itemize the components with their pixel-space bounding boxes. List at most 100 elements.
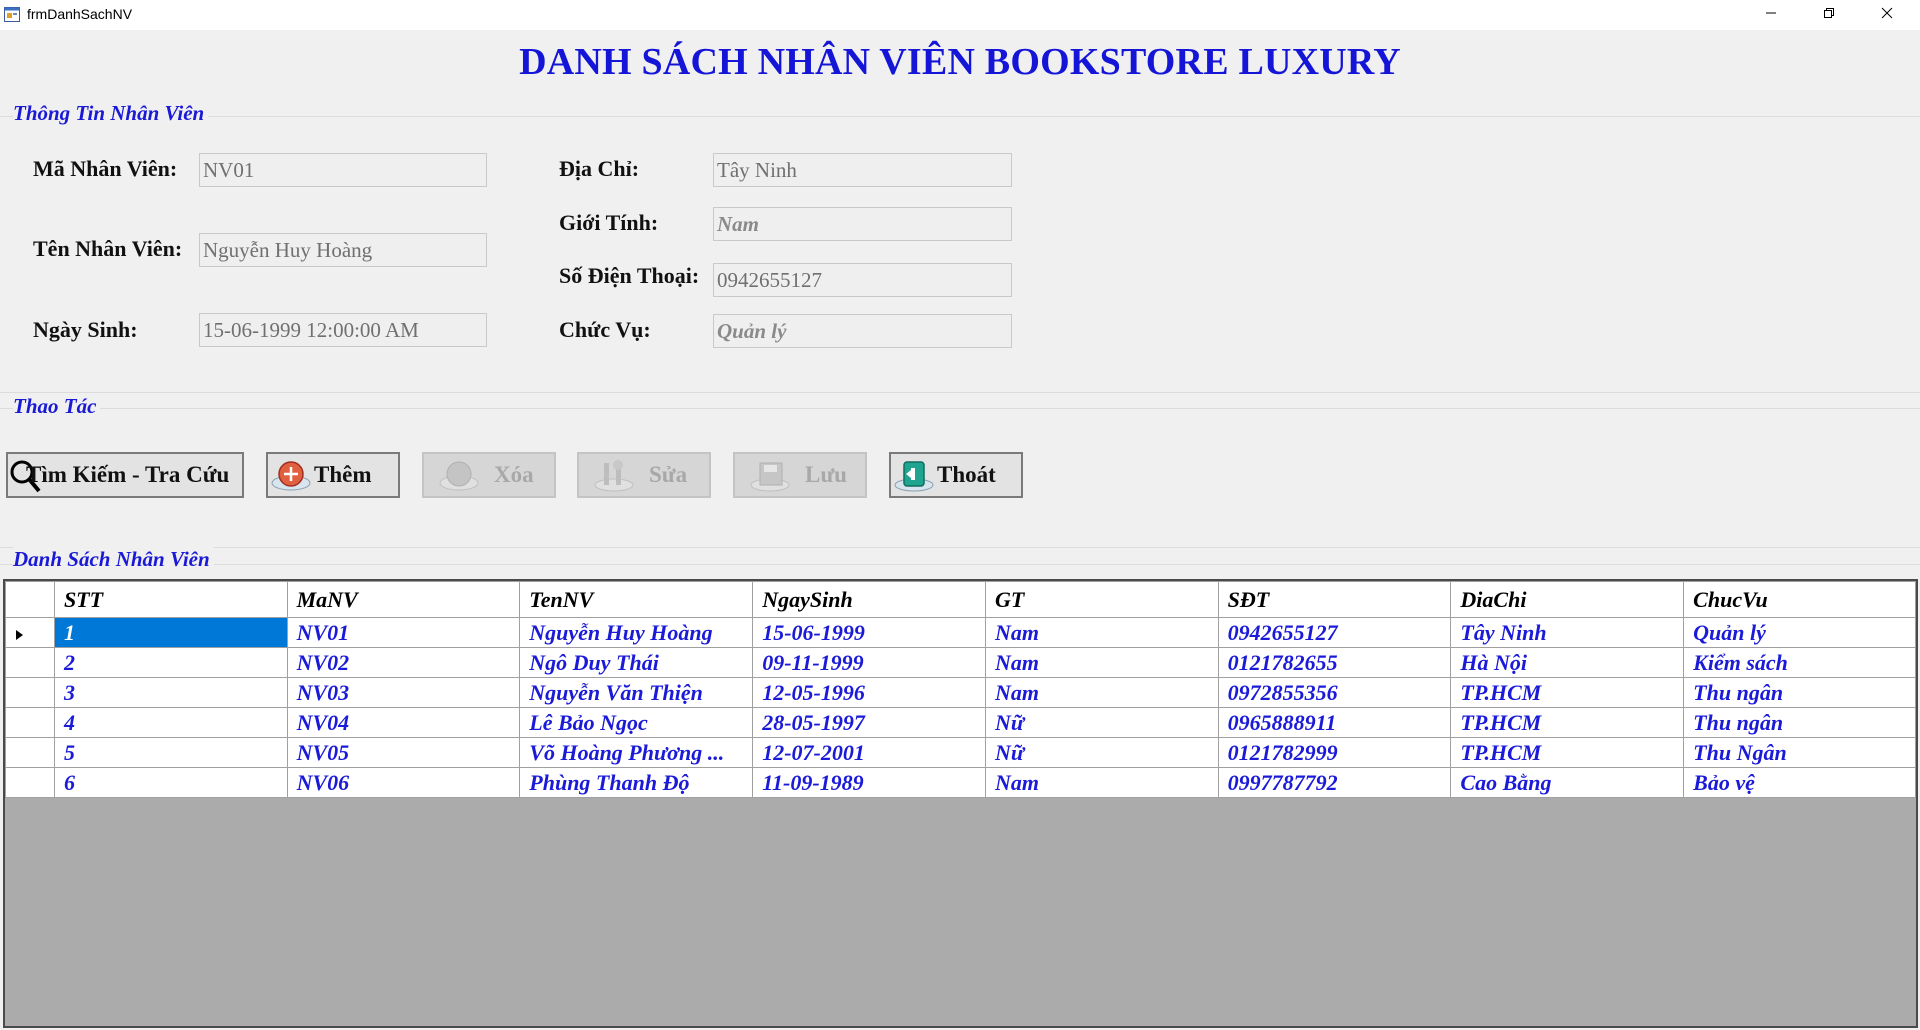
table-cell[interactable]: Nam [984, 617, 1219, 648]
table-cell[interactable]: Võ Hoàng Phương ... [519, 737, 754, 768]
row-header[interactable] [5, 707, 55, 738]
table-row[interactable]: 2 NV02 Ngô Duy Thái 09-11-1999 Nam 0121782655… [5, 647, 1916, 678]
row-header[interactable] [5, 677, 55, 708]
table-cell[interactable]: 0942655127 [1217, 617, 1452, 648]
column-header-sdt[interactable]: SĐT [1217, 581, 1452, 618]
row-header[interactable] [5, 647, 55, 678]
gender-select[interactable]: Nam [713, 207, 1012, 241]
table-cell[interactable]: Tây Ninh [1450, 617, 1685, 648]
row-header[interactable] [5, 767, 55, 798]
table-cell[interactable]: 11-09-1989 [752, 767, 986, 798]
table-cell[interactable]: Bảo vệ [1683, 767, 1916, 798]
address-field[interactable]: Tây Ninh [713, 153, 1012, 187]
column-header-ngaysinh[interactable]: NgaySinh [752, 581, 986, 618]
edit-button-label: Sửa [649, 462, 688, 487]
table-cell[interactable]: NV01 [286, 617, 521, 648]
table-cell[interactable]: Thu ngân [1683, 707, 1916, 738]
employee-list-group [0, 564, 1920, 565]
table-cell[interactable]: Cao Bằng [1450, 767, 1685, 798]
row-header[interactable] [5, 617, 55, 648]
table-row[interactable]: 6 NV06 Phùng Thanh Độ 11-09-1989 Nam 09977877… [5, 767, 1916, 798]
table-row[interactable]: 5 NV05 Võ Hoàng Phương ... 12-07-2001 Nữ 0121… [5, 737, 1916, 768]
employee-list-group-title: Danh Sách Nhân Viên [13, 547, 214, 572]
save-button[interactable]: Lưu [733, 452, 867, 498]
address-label: Địa Chỉ: [559, 156, 640, 181]
minimize-button[interactable] [1742, 0, 1800, 30]
table-cell[interactable]: 0972855356 [1217, 677, 1452, 708]
table-cell[interactable]: 6 [53, 767, 288, 798]
row-header-corner [5, 581, 55, 618]
table-cell[interactable]: NV05 [286, 737, 521, 768]
table-cell[interactable]: Quản lý [1683, 617, 1916, 648]
table-cell[interactable]: Nguyễn Huy Hoàng [519, 617, 754, 648]
minimize-icon [1765, 6, 1777, 24]
table-cell[interactable]: 1 [53, 617, 288, 648]
phone-field[interactable]: 0942655127 [713, 263, 1012, 297]
phone-label: Số Điện Thoại: [559, 263, 700, 288]
table-cell[interactable]: 12-05-1996 [752, 677, 986, 708]
form-icon [4, 7, 20, 22]
table-cell[interactable]: Ngô Duy Thái [519, 647, 754, 678]
table-cell[interactable]: Phùng Thanh Độ [519, 767, 754, 798]
search-button-label: Tìm Kiếm - Tra Cứu [26, 462, 230, 487]
birth-date-field[interactable]: 15-06-1999 12:00:00 AM [199, 313, 487, 347]
table-cell[interactable]: Nam [984, 647, 1219, 678]
add-button-label: Thêm [314, 462, 372, 487]
edit-button[interactable]: Sửa [577, 452, 711, 498]
table-cell[interactable]: Thu ngân [1683, 677, 1916, 708]
column-header-manv[interactable]: MaNV [286, 581, 521, 618]
table-cell[interactable]: Lê Bảo Ngọc [519, 707, 754, 738]
add-icon [268, 455, 314, 495]
table-row[interactable]: 3 NV03 Nguyễn Văn Thiện 12-05-1996 Nam 097285… [5, 677, 1916, 708]
table-cell[interactable]: NV06 [286, 767, 521, 798]
table-cell[interactable]: 15-06-1999 [752, 617, 986, 648]
search-button[interactable]: Tìm Kiếm - Tra Cứu [6, 452, 244, 498]
table-cell[interactable]: Nguyễn Văn Thiện [519, 677, 754, 708]
title-bar: frmDanhSachNV [0, 0, 1920, 30]
table-cell[interactable]: NV04 [286, 707, 521, 738]
table-cell[interactable]: 0965888911 [1217, 707, 1452, 738]
table-cell[interactable]: NV02 [286, 647, 521, 678]
table-cell[interactable]: Kiểm sách [1683, 647, 1916, 678]
table-cell[interactable]: 5 [53, 737, 288, 768]
table-cell[interactable]: Nữ [984, 737, 1219, 768]
column-header-gt[interactable]: GT [984, 581, 1219, 618]
table-cell[interactable]: 0997787792 [1217, 767, 1452, 798]
position-select[interactable]: Quản lý [713, 314, 1012, 348]
table-row[interactable]: 4 NV04 Lê Bảo Ngọc 28-05-1997 Nữ 0965888911 TP… [5, 707, 1916, 738]
employee-data-grid[interactable]: STT MaNV TenNV NgaySinh GT SĐT DiaChi Ch… [3, 579, 1918, 1028]
table-cell[interactable]: Hà Nội [1450, 647, 1685, 678]
employee-id-label: Mã Nhân Viên: [33, 156, 178, 181]
table-cell[interactable]: TP.HCM [1450, 737, 1685, 768]
table-cell[interactable]: 12-07-2001 [752, 737, 986, 768]
column-header-tennv[interactable]: TenNV [519, 581, 754, 618]
table-row[interactable]: 1 NV01 Nguyễn Huy Hoàng 15-06-1999 Nam 094265… [5, 617, 1916, 648]
employee-name-field[interactable]: Nguyễn Huy Hoàng [199, 233, 487, 267]
table-cell[interactable]: Nam [984, 767, 1219, 798]
table-cell[interactable]: 09-11-1999 [752, 647, 986, 678]
table-cell[interactable]: Nữ [984, 707, 1219, 738]
close-button[interactable] [1858, 0, 1916, 30]
employee-id-field[interactable]: NV01 [199, 153, 487, 187]
floppy-disk-icon [735, 455, 805, 495]
delete-button[interactable]: Xóa [422, 452, 556, 498]
table-cell[interactable]: 28-05-1997 [752, 707, 986, 738]
column-header-chucvu[interactable]: ChucVu [1683, 581, 1916, 618]
column-header-stt[interactable]: STT [53, 581, 288, 618]
table-cell[interactable]: TP.HCM [1450, 677, 1685, 708]
table-cell[interactable]: 0121782999 [1217, 737, 1452, 768]
table-cell[interactable]: Nam [984, 677, 1219, 708]
table-cell[interactable]: NV03 [286, 677, 521, 708]
employee-info-group-title: Thông Tin Nhân Viên [13, 101, 209, 126]
add-button[interactable]: Thêm [266, 452, 400, 498]
table-cell[interactable]: 4 [53, 707, 288, 738]
table-cell[interactable]: 0121782655 [1217, 647, 1452, 678]
table-cell[interactable]: TP.HCM [1450, 707, 1685, 738]
exit-button[interactable]: Thoát [889, 452, 1023, 498]
row-header[interactable] [5, 737, 55, 768]
table-cell[interactable]: 3 [53, 677, 288, 708]
table-cell[interactable]: Thu Ngân [1683, 737, 1916, 768]
restore-button[interactable] [1800, 0, 1858, 30]
column-header-diachi[interactable]: DiaChi [1450, 581, 1685, 618]
table-cell[interactable]: 2 [53, 647, 288, 678]
